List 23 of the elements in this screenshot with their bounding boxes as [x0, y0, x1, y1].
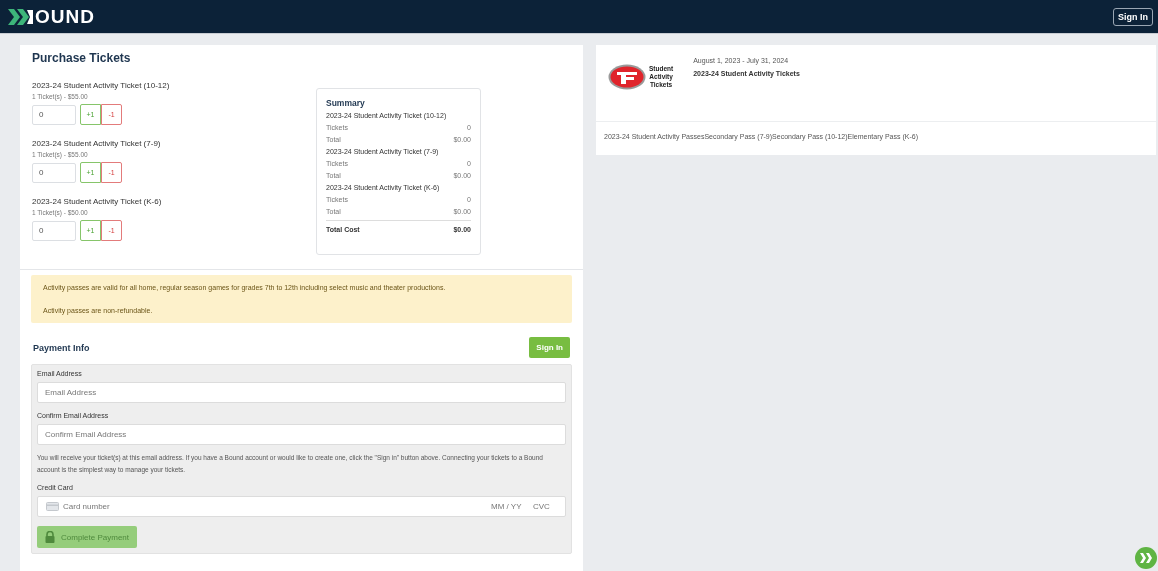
quantity-field[interactable]: 0 — [32, 220, 76, 241]
expiry-field[interactable]: MM / YY — [491, 502, 529, 511]
email-field[interactable]: Confirm Email Address — [37, 424, 566, 445]
chevron-icon — [1140, 553, 1152, 563]
card-icon — [46, 502, 59, 511]
school-logo-icon — [608, 64, 646, 90]
quantity-field[interactable]: 0 — [32, 104, 76, 125]
cvc-field[interactable]: CVC — [533, 502, 557, 511]
lock-icon — [45, 531, 55, 543]
chevron-logo-icon — [8, 8, 34, 25]
chevron-fab-button[interactable] — [1135, 547, 1157, 569]
card-field[interactable]: Card number MM / YY CVC — [37, 496, 566, 517]
ticket-name: 2023-24 Student Activity Ticket (7-9) — [32, 139, 162, 148]
quantity-field[interactable]: 0 — [32, 162, 76, 183]
ticket-name: 2023-24 Student Activity Ticket (10-12) — [32, 81, 171, 90]
summary-title: Summary — [326, 98, 366, 108]
section-title: Purchase Tickets — [32, 51, 132, 65]
email-field[interactable]: Email Address — [37, 382, 566, 403]
sign-in-button[interactable]: Sign In — [1113, 7, 1153, 26]
card-number-field[interactable]: Card number — [63, 502, 487, 511]
section-title: Payment Info — [33, 342, 90, 353]
logo-text: OUND — [35, 5, 95, 28]
ticket-name: 2023-24 Student Activity Ticket (K-6) — [32, 197, 163, 206]
